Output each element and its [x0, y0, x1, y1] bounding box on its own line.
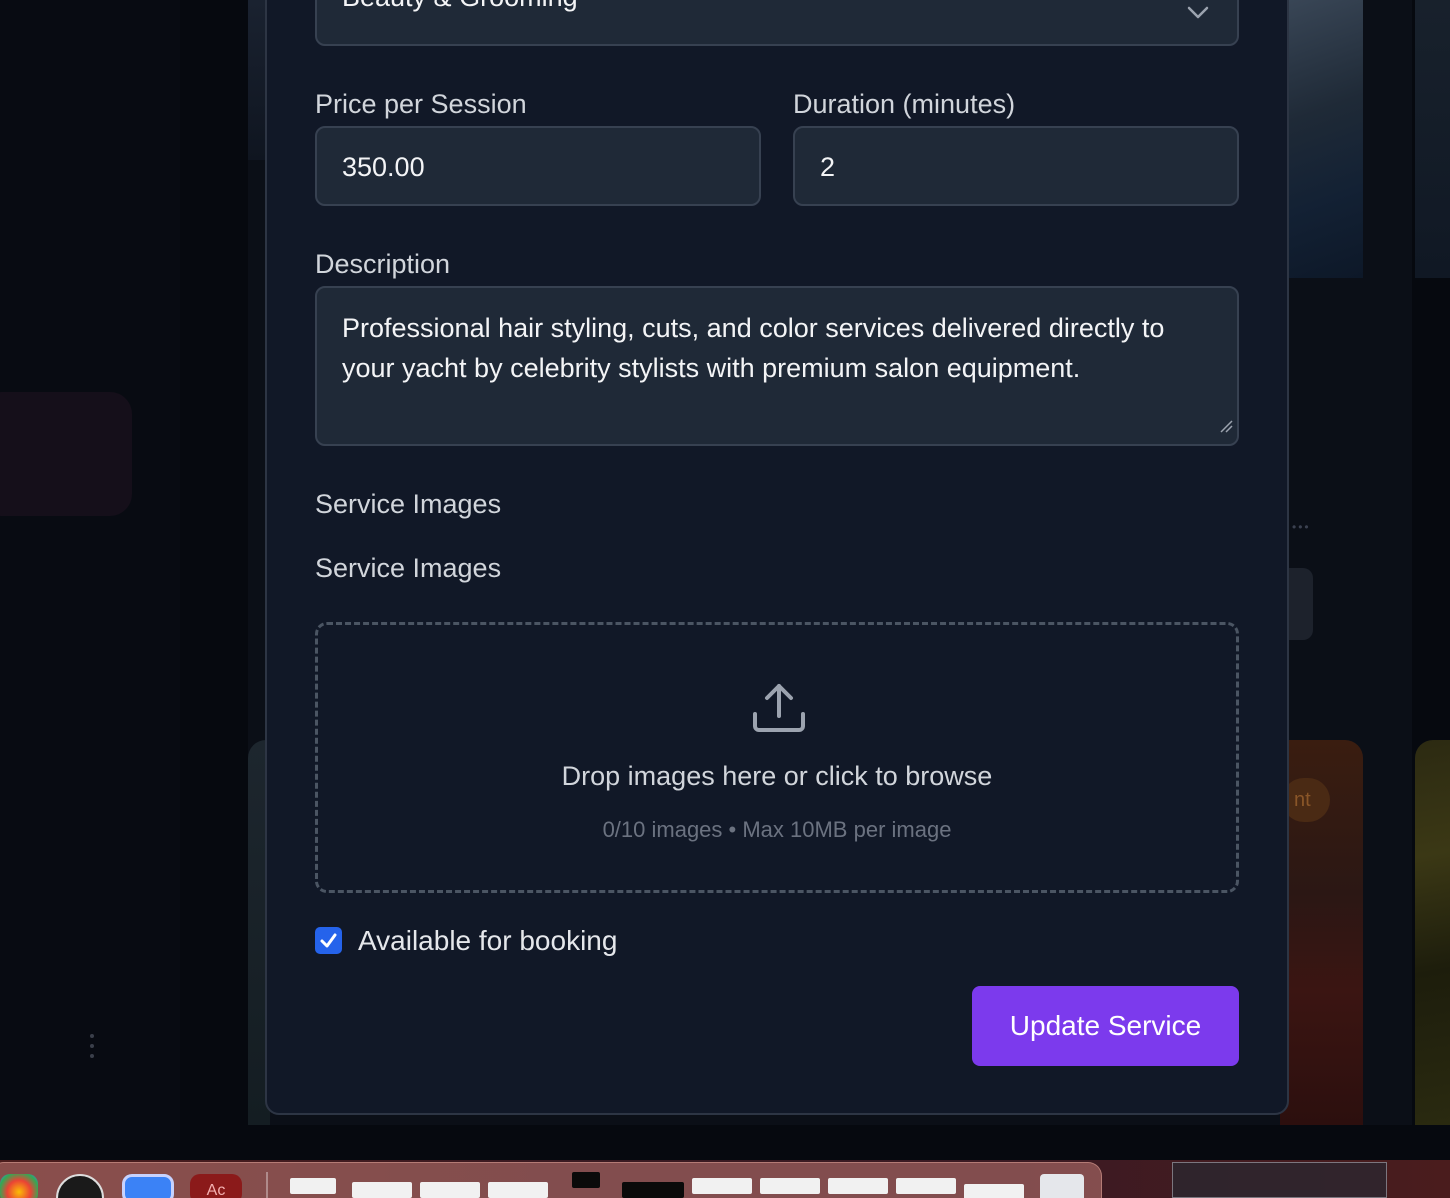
- background-badge: nt: [1282, 778, 1330, 822]
- browser-app-icon[interactable]: [122, 1174, 174, 1198]
- duration-input[interactable]: 2: [793, 126, 1239, 206]
- dock-window-thumbnail[interactable]: [760, 1178, 820, 1194]
- acrobat-app-icon[interactable]: Ac: [190, 1174, 242, 1198]
- dock-window-thumbnail[interactable]: [622, 1182, 684, 1198]
- background-sidebar-card: [0, 392, 132, 516]
- description-textarea[interactable]: Professional hair styling, cuts, and col…: [315, 286, 1239, 446]
- dropzone-hint: 0/10 images • Max 10MB per image: [602, 817, 952, 842]
- background-sidebar: [0, 0, 180, 1140]
- update-service-button[interactable]: Update Service: [972, 986, 1239, 1066]
- duration-label: Duration (minutes): [793, 89, 1016, 119]
- chevron-down-icon: [1187, 0, 1209, 27]
- duration-input-value: 2: [820, 152, 836, 182]
- background-more-icon: •••: [1292, 520, 1311, 534]
- description-label: Description: [315, 249, 451, 279]
- background-image: [1415, 740, 1450, 1125]
- dock-window-thumbnail[interactable]: [352, 1182, 412, 1198]
- dock-window-thumbnail[interactable]: [420, 1182, 480, 1198]
- dock-window-thumbnail[interactable]: [964, 1184, 1024, 1198]
- available-checkbox-label[interactable]: Available for booking: [358, 925, 617, 957]
- dock-window-thumbnail[interactable]: [290, 1178, 336, 1194]
- background-kebab-icon: [89, 1034, 94, 1058]
- price-input-value: 350.00: [342, 152, 425, 182]
- service-images-heading: Service Images: [315, 489, 502, 519]
- category-select[interactable]: Beauty & Grooming: [315, 0, 1239, 46]
- category-select-value: Beauty & Grooming: [342, 0, 578, 13]
- image-dropzone[interactable]: Drop images here or click to browse 0/10…: [315, 622, 1239, 893]
- checkmark-icon: [320, 933, 337, 948]
- background-image: [1288, 0, 1363, 278]
- price-label: Price per Session: [315, 89, 527, 119]
- dock-window-thumbnail[interactable]: [896, 1178, 956, 1194]
- chrome-app-icon[interactable]: [0, 1174, 38, 1198]
- background-image: [248, 0, 266, 160]
- dock-window-thumbnail[interactable]: [828, 1178, 888, 1194]
- background-image: [1415, 0, 1450, 278]
- dock-window-thumbnail[interactable]: [488, 1182, 548, 1198]
- dropzone-title: Drop images here or click to browse: [561, 761, 993, 791]
- dock-spaces-preview[interactable]: [1172, 1162, 1387, 1198]
- dock-separator: [266, 1172, 268, 1198]
- dock-window-thumbnail[interactable]: [572, 1172, 600, 1188]
- available-checkbox[interactable]: [315, 927, 342, 954]
- dock-window-thumbnail[interactable]: [692, 1178, 752, 1194]
- description-text: Professional hair styling, cuts, and col…: [342, 313, 1165, 383]
- background-card: [1288, 568, 1313, 640]
- resize-grip-icon[interactable]: [1219, 409, 1233, 440]
- service-images-label: Service Images: [315, 553, 502, 583]
- trash-icon[interactable]: [1040, 1174, 1084, 1198]
- upload-icon: [751, 680, 807, 741]
- price-input[interactable]: 350.00: [315, 126, 761, 206]
